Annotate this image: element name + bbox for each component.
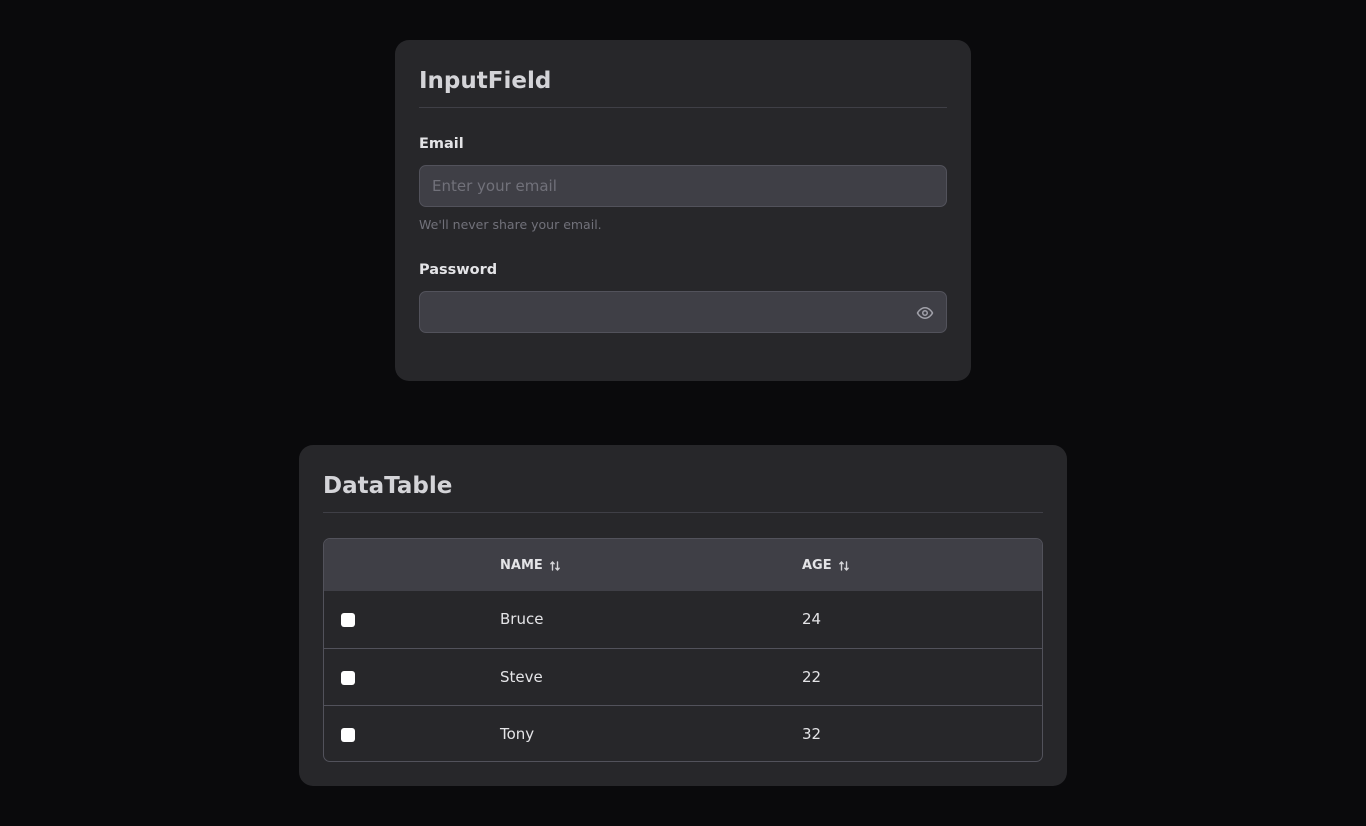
table-header-row: NAME AGE <box>324 539 1042 591</box>
cell-age: 24 <box>802 610 822 628</box>
email-field-wrapper <box>419 165 947 207</box>
column-header-name[interactable]: NAME <box>500 558 561 573</box>
password-input[interactable] <box>420 292 946 332</box>
data-table-card: DataTable NAME AGE Bruce 24 Steve 22 Ton… <box>299 445 1067 786</box>
password-label: Password <box>419 262 498 278</box>
column-header-age-label: AGE <box>802 558 832 573</box>
table-body: Bruce 24 Steve 22 Tony 32 <box>324 591 1042 761</box>
cell-name: Tony <box>500 725 535 743</box>
cell-age: 32 <box>802 725 822 743</box>
password-field-wrapper <box>419 291 947 333</box>
table-row: Bruce 24 <box>324 591 1042 648</box>
cell-age: 22 <box>802 668 822 686</box>
cell-name: Bruce <box>500 610 544 628</box>
table-row: Tony 32 <box>324 705 1042 761</box>
cell-name: Steve <box>500 668 543 686</box>
sort-icon <box>838 560 849 571</box>
email-helper-text: We'll never share your email. <box>419 217 602 232</box>
email-input[interactable] <box>420 166 946 206</box>
row-checkbox[interactable] <box>341 613 355 627</box>
column-header-age[interactable]: AGE <box>802 558 850 573</box>
data-table: NAME AGE Bruce 24 Steve 22 Tony 32 <box>323 538 1043 762</box>
sort-icon <box>549 560 560 571</box>
row-checkbox[interactable] <box>341 728 355 742</box>
input-field-card-title: InputField <box>419 64 947 108</box>
column-header-name-label: NAME <box>500 558 543 573</box>
row-checkbox[interactable] <box>341 671 355 685</box>
data-table-card-title: DataTable <box>323 469 1043 513</box>
eye-icon[interactable] <box>916 304 934 322</box>
email-label: Email <box>419 136 464 152</box>
input-field-card: InputField Email We'll never share your … <box>395 40 971 381</box>
table-row: Steve 22 <box>324 648 1042 705</box>
